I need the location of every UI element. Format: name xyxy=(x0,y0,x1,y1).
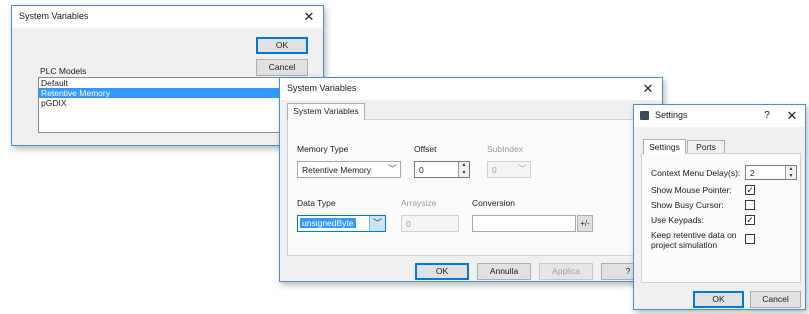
cancel-button[interactable]: Cancel xyxy=(750,291,801,308)
dialog-title: System Variables xyxy=(287,83,357,93)
system-variables-dialog: System Variables ✕ System Variables Memo… xyxy=(279,77,663,282)
plc-models-dialog: System Variables ✕ OK Cancel PLC Models … xyxy=(11,5,324,146)
arraysize-value: 0 xyxy=(406,219,411,229)
show-busy-cursor-label: Show Busy Cursor: xyxy=(651,200,724,210)
chevron-down-icon: ﹀ xyxy=(387,164,397,174)
chevron-down-icon[interactable]: ﹀ xyxy=(369,216,385,231)
ok-button[interactable]: OK xyxy=(256,37,308,54)
title-bar[interactable]: System Variables ✕ xyxy=(12,6,323,28)
annulla-button[interactable]: Annulla xyxy=(477,263,531,280)
keep-retentive-label-line2: project simulation xyxy=(651,240,718,250)
show-mouse-pointer-label: Show Mouse Pointer: xyxy=(651,185,732,195)
dialog-title: System Variables xyxy=(19,11,89,21)
memory-type-combo[interactable]: Retentive Memory ﹀ xyxy=(297,161,401,178)
memory-type-label: Memory Type xyxy=(297,144,349,154)
show-mouse-pointer-checkbox[interactable]: ✓ xyxy=(745,185,755,195)
settings-dialog: Settings ? ✕ Settings Ports Context Menu… xyxy=(633,104,806,310)
use-keypads-label: Use Keypads: xyxy=(651,215,704,225)
data-type-combo[interactable]: unsignedByte ﹀ xyxy=(297,215,386,232)
spin-arrows-icon[interactable]: ▲ ▼ xyxy=(458,162,469,177)
help-icon[interactable]: ? xyxy=(756,107,778,125)
keep-retentive-label-line1: Keep retentive data on xyxy=(651,230,737,240)
conversion-label: Conversion xyxy=(472,198,515,208)
offset-stepper[interactable]: 0 ▲ ▼ xyxy=(414,161,470,178)
spin-arrows-icon[interactable]: ▲ ▼ xyxy=(785,166,796,179)
tab-panel xyxy=(287,119,657,256)
use-keypads-checkbox[interactable]: ✓ xyxy=(745,215,755,225)
context-menu-delay-stepper[interactable]: 2 ▲ ▼ xyxy=(745,165,797,180)
offset-value: 0 xyxy=(419,165,424,175)
arraysize-label: Arraysize xyxy=(401,198,437,208)
close-icon[interactable]: ✕ xyxy=(781,107,803,125)
ok-button[interactable]: OK xyxy=(693,291,744,308)
conversion-sign-button[interactable]: +/- xyxy=(577,215,593,232)
subindex-combo: 0 ﹀ xyxy=(487,161,531,178)
list-item[interactable]: Default xyxy=(39,78,287,88)
close-icon[interactable]: ✕ xyxy=(298,8,320,26)
ok-button[interactable]: OK xyxy=(415,263,469,280)
title-bar[interactable]: Settings ? ✕ xyxy=(634,105,805,127)
list-item[interactable]: pGDIX xyxy=(39,98,287,108)
context-menu-delay-label: Context Menu Delay(s): xyxy=(651,168,741,178)
close-icon[interactable]: ✕ xyxy=(637,80,659,98)
offset-label: Offset xyxy=(414,144,437,154)
list-item[interactable]: Retentive Memory xyxy=(39,88,287,98)
settings-app-icon xyxy=(640,111,649,120)
arraysize-field: 0 xyxy=(401,215,459,232)
tab-system-variables[interactable]: System Variables xyxy=(287,103,365,120)
title-bar[interactable]: System Variables ✕ xyxy=(280,78,662,100)
subindex-value: 0 xyxy=(492,165,497,175)
plc-models-list[interactable]: Default Retentive Memory pGDIX xyxy=(38,77,288,133)
dialog-title: Settings xyxy=(655,110,688,120)
tab-ports[interactable]: Ports xyxy=(687,140,725,153)
data-type-value: unsignedByte xyxy=(300,218,356,228)
cancel-button[interactable]: Cancel xyxy=(256,59,308,76)
tab-settings[interactable]: Settings xyxy=(643,139,686,154)
data-type-label: Data Type xyxy=(297,198,336,208)
plc-models-label: PLC Models xyxy=(40,66,87,76)
subindex-label: SubIndex xyxy=(487,144,523,154)
chevron-down-icon: ﹀ xyxy=(517,164,527,174)
memory-type-value: Retentive Memory xyxy=(302,165,371,175)
keep-retentive-checkbox[interactable] xyxy=(745,234,755,244)
conversion-field[interactable] xyxy=(472,215,576,232)
context-menu-delay-value: 2 xyxy=(750,168,755,178)
applica-button: Applica xyxy=(539,263,593,280)
show-busy-cursor-checkbox[interactable] xyxy=(745,200,755,210)
